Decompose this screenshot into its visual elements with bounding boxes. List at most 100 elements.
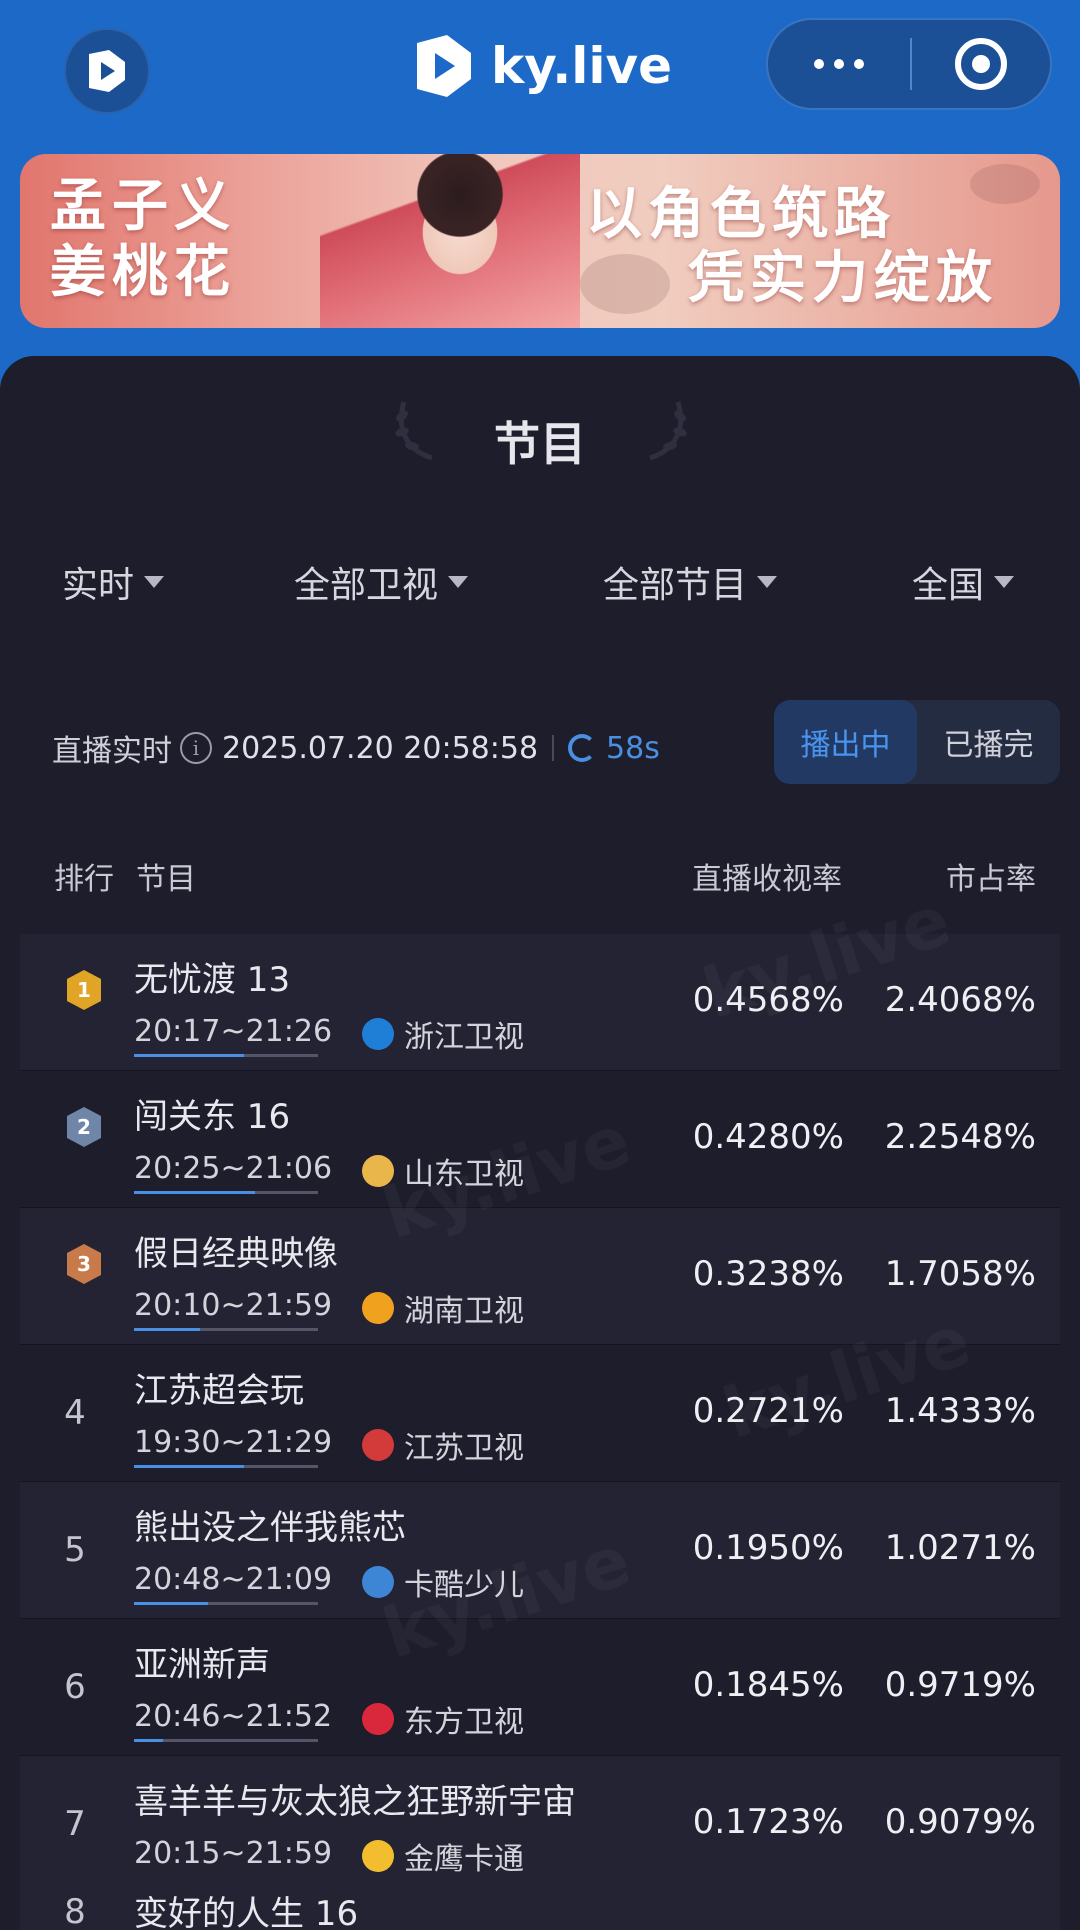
row-channel-name: 金鹰卡通 xyxy=(404,1842,524,1877)
table-row-partial[interactable]: 8 变好的人生 16 xyxy=(20,1874,1060,1930)
home-logo-button[interactable] xyxy=(64,28,150,114)
banner-portrait-image xyxy=(320,154,580,328)
row-progress-bar xyxy=(134,1602,318,1605)
refresh-icon[interactable] xyxy=(568,734,597,762)
row-share: 0.9719% xyxy=(884,1665,1036,1705)
channel-logo-icon xyxy=(362,1840,394,1872)
row-channel: 江苏卫视 xyxy=(362,1423,524,1467)
ratings-panel: 节目 实时 全部卫视 全部节目 全国 直播实时 i 2025.07.20 20:… xyxy=(0,356,1080,1930)
channel-logo-icon xyxy=(362,1018,394,1050)
banner-name-line2: 姜桃花 xyxy=(50,240,236,305)
row-channel: 卡酷少儿 xyxy=(362,1560,524,1604)
live-info: 直播实时 i 2025.07.20 20:58:58 58s xyxy=(52,720,660,776)
row-rank: 4 xyxy=(64,1393,86,1433)
row-rating: 0.4280% xyxy=(692,1117,844,1157)
live-timestamp: 2025.07.20 20:58:58 xyxy=(222,730,539,766)
table-row[interactable]: 3 假日经典映像 20:10~21:59 湖南卫视 0.3238% 1.7058% xyxy=(20,1208,1060,1345)
channel-logo-icon xyxy=(362,1429,394,1461)
table-row[interactable]: 4 江苏超会玩 19:30~21:29 江苏卫视 0.2721% 1.4333% xyxy=(20,1345,1060,1482)
row-progress-fill xyxy=(134,1465,245,1468)
row-progress-bar xyxy=(134,1328,318,1331)
row-channel-name: 浙江卫视 xyxy=(404,1020,524,1055)
filter-time-label: 实时 xyxy=(62,565,135,606)
table-row[interactable]: 6 亚洲新声 20:46~21:52 东方卫视 0.1845% 0.9719% xyxy=(20,1619,1060,1756)
more-button[interactable] xyxy=(768,20,910,108)
target-icon xyxy=(955,38,1007,90)
caret-down-icon xyxy=(994,576,1015,588)
row-channel: 金鹰卡通 xyxy=(362,1834,524,1878)
row-program-name: 闯关东 16 xyxy=(134,1097,291,1137)
more-dots-icon xyxy=(814,59,824,69)
header-rate[interactable]: 直播收视率 xyxy=(692,854,842,898)
ky-live-logo-icon xyxy=(89,50,125,92)
table-row[interactable]: 7 喜羊羊与灰太狼之狂野新宇宙 20:15~21:59 金鹰卡通 0.1723% 0.90… xyxy=(20,1756,1060,1893)
filter-time[interactable]: 实时 xyxy=(62,556,165,608)
row-progress-fill xyxy=(134,1191,256,1194)
table-row[interactable]: 5 熊出没之伴我熊芯 20:48~21:09 卡酷少儿 0.1950% 1.0271% xyxy=(20,1482,1060,1619)
row-time-range: 19:30~21:29 xyxy=(134,1425,333,1460)
row-rank: 1 xyxy=(77,978,91,1002)
promo-banner[interactable]: 孟子义 姜桃花 以角色筑路 凭实力绽放 xyxy=(20,154,1060,328)
medal-badge-icon: 1 xyxy=(64,968,104,1012)
row-rating: 0.2721% xyxy=(692,1391,844,1431)
row-rank: 3 xyxy=(77,1252,91,1276)
filter-region[interactable]: 全国 xyxy=(912,556,1015,608)
table-row[interactable]: 1 无忧渡 13 20:17~21:26 浙江卫视 0.4568% 2.4068% xyxy=(20,934,1060,1071)
row-program-name: 熊出没之伴我熊芯 xyxy=(134,1508,406,1548)
banner-slogan-line1: 以角色筑路 xyxy=(586,182,896,247)
brand: ky.live xyxy=(413,26,672,106)
row-rating: 0.3238% xyxy=(692,1254,844,1294)
row-program-name: 假日经典映像 xyxy=(134,1234,338,1274)
row-share: 1.0271% xyxy=(884,1528,1036,1568)
medal-badge-icon: 2 xyxy=(64,1105,104,1149)
row-share: 1.7058% xyxy=(884,1254,1036,1294)
row-progress-bar xyxy=(134,1191,318,1194)
row-channel-name: 江苏卫视 xyxy=(404,1431,524,1466)
channel-logo-icon xyxy=(362,1155,394,1187)
row-channel-name: 湖南卫视 xyxy=(404,1294,524,1329)
filter-region-label: 全国 xyxy=(912,565,985,606)
tab-finished[interactable]: 已播完 xyxy=(917,700,1060,784)
tab-on-air[interactable]: 播出中 xyxy=(774,700,917,784)
channel-logo-icon xyxy=(362,1703,394,1735)
filter-channel-label: 全部卫视 xyxy=(294,565,439,606)
table-header: 排行 节目 直播收视率 市占率 xyxy=(0,854,1080,898)
banner-slogan-line2: 凭实力绽放 xyxy=(688,246,998,311)
row-progress-bar xyxy=(134,1054,318,1057)
header-share[interactable]: 市占率 xyxy=(946,854,1036,898)
row-time-range: 20:48~21:09 xyxy=(134,1562,333,1597)
live-label: 直播实时 xyxy=(52,734,172,769)
filter-program[interactable]: 全部节目 xyxy=(603,556,778,608)
row-channel-name: 山东卫视 xyxy=(404,1157,524,1192)
row-progress-fill xyxy=(134,1602,208,1605)
filter-bar: 实时 全部卫视 全部节目 全国 xyxy=(0,556,1080,616)
row-channel-name: 卡酷少儿 xyxy=(404,1568,524,1603)
row-progress-fill xyxy=(134,1739,164,1742)
info-icon[interactable]: i xyxy=(180,732,212,764)
row-rank: 5 xyxy=(64,1530,86,1570)
caret-down-icon xyxy=(448,576,469,588)
close-target-button[interactable] xyxy=(912,20,1050,108)
channel-logo-icon xyxy=(362,1292,394,1324)
medal-badge-icon: 3 xyxy=(64,1242,104,1286)
broadcast-status-toggle: 播出中 已播完 xyxy=(774,700,1060,784)
row-progress-bar xyxy=(134,1465,318,1468)
row-program-name: 江苏超会玩 xyxy=(134,1371,304,1411)
row-channel: 山东卫视 xyxy=(362,1149,524,1193)
header-program: 节目 xyxy=(136,862,196,897)
row-rank: 6 xyxy=(64,1667,86,1707)
row-progress-bar xyxy=(134,1739,318,1742)
row-channel: 浙江卫视 xyxy=(362,1012,524,1056)
table-row[interactable]: 2 闯关东 16 20:25~21:06 山东卫视 0.4280% 2.2548% xyxy=(20,1071,1060,1208)
ky-live-brand-icon xyxy=(417,35,471,97)
row-time-range: 20:46~21:52 xyxy=(134,1699,333,1734)
row-rating: 0.1950% xyxy=(692,1528,844,1568)
row-rank: 2 xyxy=(77,1115,91,1139)
row-share: 2.2548% xyxy=(884,1117,1036,1157)
mini-program-capsule xyxy=(766,18,1052,110)
row-progress-fill xyxy=(134,1054,245,1057)
filter-channel[interactable]: 全部卫视 xyxy=(294,556,469,608)
panel-title: 节目 xyxy=(494,417,586,471)
ratings-table: 1 无忧渡 13 20:17~21:26 浙江卫视 0.4568% 2.4068% 2 闯关东… xyxy=(20,934,1060,1893)
row-rank: 7 xyxy=(64,1804,86,1844)
